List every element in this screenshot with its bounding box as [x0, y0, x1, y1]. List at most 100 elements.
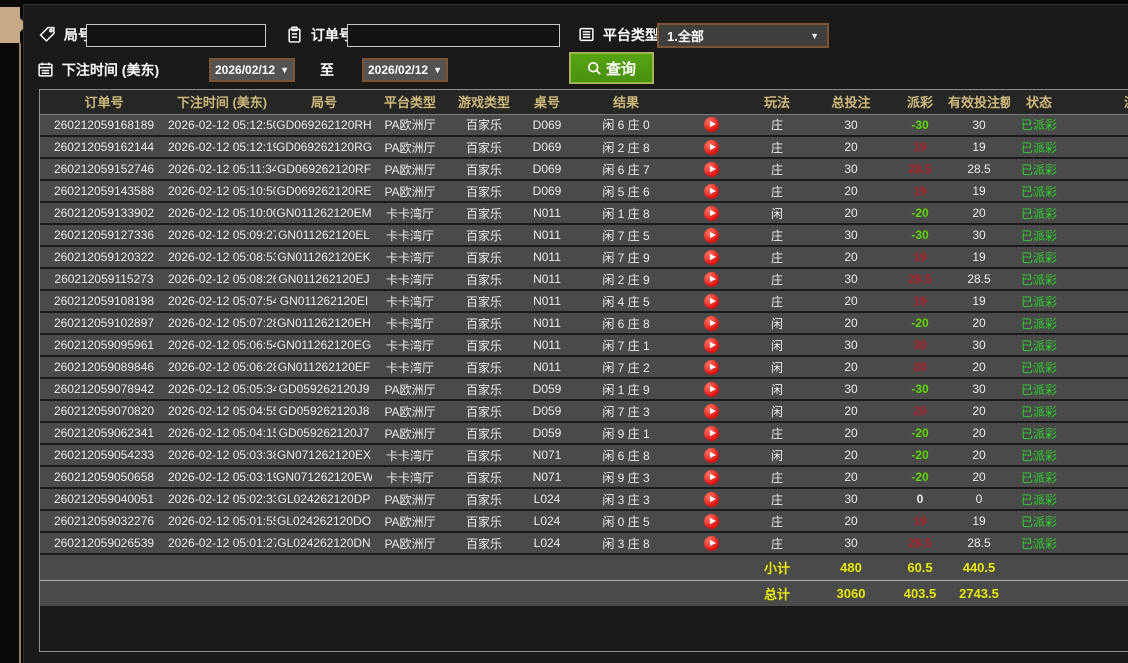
order-input[interactable] [347, 24, 560, 47]
betting-records-screen: 局号 订单号 平台类型 1.全部 ▼ 下注时间 (美东) 2026/02/12 … [0, 0, 1128, 663]
cell-result: 闲 6 庄 8 [574, 312, 678, 335]
cell-play-type: 闲 [744, 356, 810, 379]
replay-play-icon[interactable] [703, 249, 719, 265]
cell-play-type: 庄 [744, 136, 810, 159]
cell-game-type: 百家乐 [448, 378, 520, 401]
cell-platform: PA欧洲厅 [372, 510, 448, 533]
replay-play-icon[interactable] [703, 425, 719, 441]
cell-status: 已派彩 [1010, 356, 1068, 379]
cell-status: 已派彩 [1010, 180, 1068, 203]
cell-valid-bet: 19 [948, 510, 1010, 533]
cell-total-bet: 30 [810, 532, 892, 555]
table-row: 260212059102897 2026-02-12 05:07:28 GN01… [40, 312, 1128, 335]
sidebar-collapse-tab[interactable] [0, 7, 27, 43]
filter-row-1: 局号 订单号 平台类型 1.全部 ▼ [24, 21, 1128, 49]
cell-game-type: 百家乐 [448, 356, 520, 379]
replay-play-icon[interactable] [703, 205, 719, 221]
cell-table-no: N011 [520, 246, 574, 269]
replay-play-icon[interactable] [703, 447, 719, 463]
cell-table-no: D069 [520, 114, 574, 137]
replay-play-icon[interactable] [703, 469, 719, 485]
cell-bet-time: 2026-02-12 05:09:27 [168, 224, 276, 247]
cell-result: 闲 7 庄 2 [574, 356, 678, 379]
cell-platform: 卡卡湾厅 [372, 224, 448, 247]
cell-platform: 卡卡湾厅 [372, 202, 448, 225]
replay-play-icon[interactable] [703, 139, 719, 155]
replay-play-icon[interactable] [703, 117, 719, 133]
cell-order: 260212059078942 [40, 378, 168, 401]
cell-status: 已派彩 [1010, 202, 1068, 225]
cell-order: 260212059162144 [40, 136, 168, 159]
cell-bet-time: 2026-02-12 05:01:27 [168, 532, 276, 555]
query-button[interactable]: 查询 [569, 52, 654, 84]
cell-round: GD069262120RE [276, 180, 372, 203]
cell-payout: 28.5 [892, 158, 948, 181]
table-row: 260212059089846 2026-02-12 05:06:28 GN01… [40, 356, 1128, 379]
replay-play-icon[interactable] [703, 161, 719, 177]
replay-play-icon[interactable] [703, 293, 719, 309]
replay-play-icon[interactable] [703, 315, 719, 331]
cell-total-bet: 20 [810, 356, 892, 379]
cell-result: 闲 0 庄 5 [574, 510, 678, 533]
cell-replay [678, 444, 744, 467]
cell-result: 闲 1 庄 9 [574, 378, 678, 401]
cell-total-bet: 30 [810, 334, 892, 357]
round-input[interactable] [86, 24, 266, 47]
cell-status: 已派彩 [1010, 488, 1068, 511]
cell-round: GN011262120EM [276, 202, 372, 225]
cell-replay [678, 180, 744, 203]
chevron-down-icon: ▼ [810, 30, 819, 41]
cell-order: 260212059050658 [40, 466, 168, 489]
cell-payout: 20 [892, 356, 948, 379]
replay-play-icon[interactable] [703, 271, 719, 287]
cell-play-type: 庄 [744, 422, 810, 445]
cell-game-type: 百家乐 [448, 466, 520, 489]
cell-valid-bet: 20 [948, 312, 1010, 335]
cell-payout-time [1068, 290, 1128, 313]
cell-round: GD059262120J7 [276, 422, 372, 445]
date-from-select[interactable]: 2026/02/12 ▼ [209, 58, 295, 82]
cell-platform: PA欧洲厅 [372, 378, 448, 401]
cell-round: GN011262120EI [276, 290, 372, 313]
cell-table-no: N071 [520, 466, 574, 489]
cell-total-bet: 20 [810, 246, 892, 269]
records-table: 订单号 下注时间 (美东) 局号 平台类型 游戏类型 桌号 结果 玩法 总投注 … [40, 90, 1128, 606]
date-to-select[interactable]: 2026/02/12 ▼ [362, 58, 448, 82]
replay-play-icon[interactable] [703, 381, 719, 397]
cell-payout-time [1068, 136, 1128, 159]
cell-order: 260212059040051 [40, 488, 168, 511]
replay-play-icon[interactable] [703, 491, 719, 507]
cell-total-bet: 30 [810, 378, 892, 401]
cell-round: GL024262120DP [276, 488, 372, 511]
cell-play-type: 闲 [744, 202, 810, 225]
replay-play-icon[interactable] [703, 183, 719, 199]
replay-play-icon[interactable] [703, 403, 719, 419]
cell-bet-time: 2026-02-12 05:03:38 [168, 444, 276, 467]
cell-status: 已派彩 [1010, 422, 1068, 445]
replay-play-icon[interactable] [703, 337, 719, 353]
chevron-down-icon: ▼ [433, 65, 442, 75]
replay-play-icon[interactable] [703, 227, 719, 243]
date-to-value: 2026/02/12 [368, 63, 429, 77]
cell-valid-bet: 19 [948, 246, 1010, 269]
cell-table-no: D059 [520, 378, 574, 401]
cell-round: GD069262120RG [276, 136, 372, 159]
replay-play-icon[interactable] [703, 535, 719, 551]
cell-bet-time: 2026-02-12 05:07:54 [168, 290, 276, 313]
table-row: 260212059062341 2026-02-12 05:04:15 GD05… [40, 422, 1128, 445]
platform-select[interactable]: 1.全部 ▼ [657, 23, 829, 48]
cell-result: 闲 9 庄 1 [574, 422, 678, 445]
cell-round: GD069262120RF [276, 158, 372, 181]
col-payout-time: 派彩时间 [1068, 90, 1128, 115]
cell-result: 闲 1 庄 8 [574, 202, 678, 225]
cell-order: 260212059115273 [40, 268, 168, 291]
cell-total-bet: 20 [810, 444, 892, 467]
replay-play-icon[interactable] [703, 513, 719, 529]
cell-bet-time: 2026-02-12 05:12:19 [168, 136, 276, 159]
cell-round: GL024262120DN [276, 532, 372, 555]
col-payout: 派彩 [892, 90, 948, 115]
replay-play-icon[interactable] [703, 359, 719, 375]
records-table-container[interactable]: 订单号 下注时间 (美东) 局号 平台类型 游戏类型 桌号 结果 玩法 总投注 … [39, 89, 1128, 652]
cell-payout: -30 [892, 114, 948, 137]
col-bet-time: 下注时间 (美东) [168, 90, 276, 115]
